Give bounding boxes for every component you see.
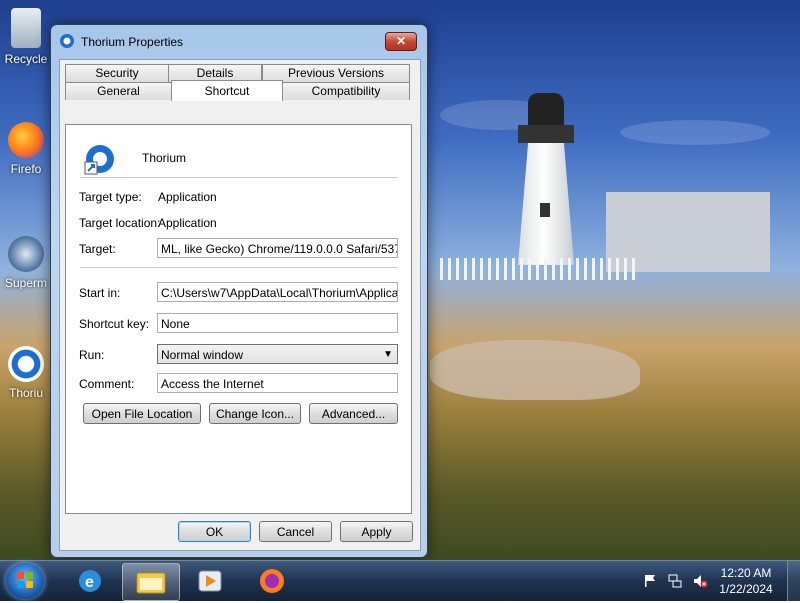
run-label: Run: [79, 348, 105, 362]
firefox-icon [260, 569, 284, 593]
firefox-icon [8, 122, 44, 158]
desktop-icon-recycle-bin[interactable]: Recycle [0, 8, 52, 66]
tab-general[interactable]: General [65, 82, 172, 100]
internet-explorer-icon: e [79, 570, 101, 592]
shortcut-key-label: Shortcut key: [79, 317, 150, 331]
media-player-icon [198, 570, 222, 592]
dialog-body: Security Details Previous Versions Gener… [59, 59, 421, 551]
desktop-icon-label: Firefo [10, 162, 42, 176]
window-titlebar[interactable]: Thorium Properties ✕ [51, 25, 427, 59]
desktop-icon-supermium[interactable]: Superm [0, 236, 52, 290]
fence [440, 258, 640, 280]
desktop-icon-label: Thoriu [8, 386, 43, 400]
chevron-down-icon: ▼ [383, 349, 393, 360]
target-location-value: Application [158, 216, 217, 230]
target-type-value: Application [158, 190, 217, 204]
start-in-input[interactable]: C:\Users\w7\AppData\Local\Thorium\Applic… [157, 282, 398, 302]
target-location-label: Target location: [79, 216, 161, 230]
comment-label: Comment: [79, 377, 135, 391]
lighthouse-window [540, 203, 550, 217]
svg-text:e: e [85, 574, 94, 591]
cloud-decoration [620, 120, 770, 145]
start-button[interactable] [6, 563, 44, 599]
separator [80, 267, 398, 268]
separator [80, 177, 398, 178]
taskbar-firefox[interactable] [244, 563, 300, 599]
desktop-icon-firefox[interactable]: Firefo [0, 122, 52, 176]
rocks [430, 340, 640, 400]
file-explorer-icon [136, 572, 166, 594]
shortcut-panel: Thorium Target type: Application Target … [65, 124, 412, 514]
flag-icon[interactable] [642, 573, 658, 589]
lighthouse-gallery [518, 125, 574, 143]
desktop-icon-label: Superm [4, 276, 48, 290]
cancel-button[interactable]: Cancel [259, 521, 332, 542]
clock-date: 1/22/2024 [719, 582, 773, 596]
recycle-bin-icon [11, 8, 41, 48]
taskbar-file-explorer[interactable] [122, 563, 180, 601]
supermium-icon [8, 236, 44, 272]
tab-compatibility[interactable]: Compatibility [282, 82, 410, 100]
taskbar-internet-explorer[interactable]: e [62, 563, 118, 599]
show-desktop-button[interactable] [787, 561, 800, 601]
start-in-label: Start in: [79, 286, 121, 300]
taskbar-media-player[interactable] [182, 563, 238, 599]
tab-shortcut[interactable]: Shortcut [171, 80, 283, 101]
desktop-icon-label: Recycle [4, 52, 48, 66]
windows-logo-icon [17, 572, 33, 588]
taskbar: e 12:20 AM 1/22/2024 [0, 560, 800, 601]
volume-muted-icon[interactable] [692, 573, 708, 589]
close-button[interactable]: ✕ [385, 32, 417, 51]
open-file-location-button[interactable]: Open File Location [83, 403, 201, 424]
window-title: Thorium Properties [81, 35, 184, 49]
lighthouse [508, 85, 584, 265]
ok-button[interactable]: OK [178, 521, 251, 542]
tab-previous-versions[interactable]: Previous Versions [262, 64, 410, 82]
properties-window: Thorium Properties ✕ Security Details Pr… [50, 24, 428, 558]
thorium-icon [8, 346, 44, 382]
thorium-icon [60, 34, 74, 48]
advanced-button[interactable]: Advanced... [309, 403, 398, 424]
change-icon-button[interactable]: Change Icon... [209, 403, 301, 424]
tab-security[interactable]: Security [65, 64, 169, 82]
comment-input[interactable]: Access the Internet [157, 373, 398, 393]
apply-button[interactable]: Apply [340, 521, 413, 542]
lighthouse-lantern [528, 93, 564, 127]
target-type-label: Target type: [79, 190, 142, 204]
target-label: Target: [79, 242, 116, 256]
system-clock[interactable]: 12:20 AM 1/22/2024 [716, 565, 776, 597]
clock-time: 12:20 AM [720, 566, 772, 580]
run-select[interactable]: Normal window ▼ [157, 344, 398, 364]
run-select-value: Normal window [161, 348, 244, 362]
thorium-shortcut-icon [84, 145, 114, 175]
shortcut-key-input[interactable]: None [157, 313, 398, 333]
app-name: Thorium [142, 151, 187, 165]
target-input[interactable]: ML, like Gecko) Chrome/119.0.0.0 Safari/… [157, 238, 398, 258]
desktop-icon-thorium[interactable]: Thoriu [0, 346, 52, 400]
network-icon[interactable] [667, 573, 683, 589]
